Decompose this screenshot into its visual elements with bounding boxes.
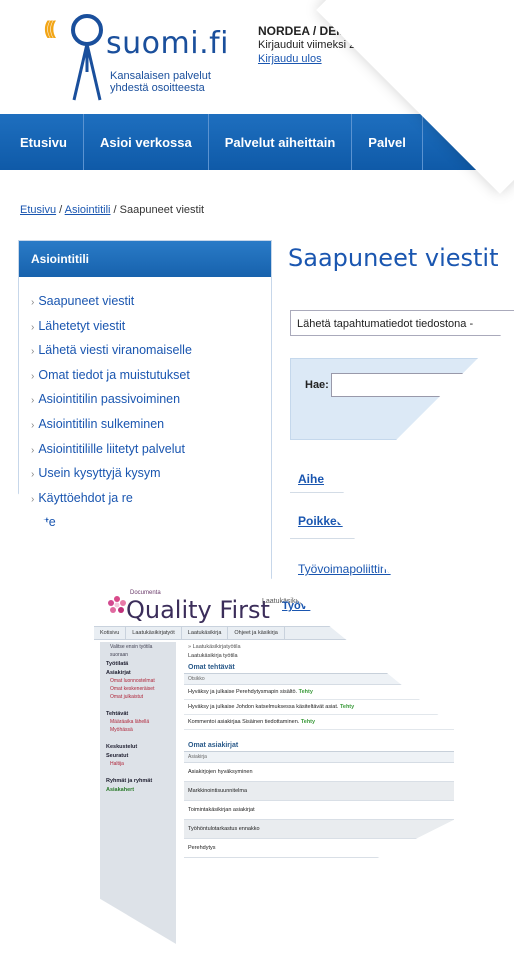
- qf-doc-row[interactable]: Perehdytys: [184, 839, 454, 858]
- qf-note: Valitse ensin työtila: [110, 644, 153, 650]
- nav-asioi-verkossa[interactable]: Asioi verkossa: [84, 114, 209, 170]
- sidebar-item-palaute[interactable]: ›ute: [31, 510, 271, 535]
- breadcrumb: Etusivu / Asiointitili / Saapuneet viest…: [20, 204, 205, 216]
- qf-docs-title: Omat asiakirjat: [184, 738, 454, 752]
- qf-item[interactable]: Haltija: [100, 759, 176, 767]
- breadcrumb-current: Saapuneet viestit: [119, 204, 205, 216]
- qf-task-row[interactable]: Kommentoi asiakirjaa Sisäinen tiedottami…: [184, 715, 454, 730]
- sidebar-item-passivoiminen[interactable]: › Asiointitilin passivoiminen: [31, 387, 271, 412]
- sidebar-item-laheta-viesti[interactable]: › Lähetä viesti viranomaiselle: [31, 338, 271, 363]
- sidebar-item-kayttoehdot[interactable]: › Käyttöehdot ja re: [31, 486, 271, 511]
- qf-item[interactable]: Määräaika lähellä: [100, 717, 176, 725]
- chevron-right-icon: ›: [31, 469, 35, 481]
- qf-sec-groups: Ryhmät ja ryhmät: [106, 778, 153, 784]
- qf-tab-home[interactable]: Kotisivu: [94, 627, 127, 639]
- person-key-icon: [71, 14, 103, 101]
- qf-sec-tasks: Tehtävät: [106, 711, 129, 717]
- qf-doc-row[interactable]: Asiakirjojen hyväksyminen: [184, 763, 454, 782]
- chevron-right-icon: ›: [31, 346, 35, 358]
- sidebar-item-sulkeminen[interactable]: › Asiointitilin sulkeminen: [31, 412, 271, 437]
- qf-doc-row[interactable]: Toimintakäsikirjan asiakirjat: [184, 801, 454, 820]
- qf-docs-col: Asiakirja: [184, 752, 454, 763]
- qf-note-2: suoraan: [110, 652, 129, 658]
- collage: ((( suomi.fi Kansalaisen palvelut yhdest…: [0, 0, 514, 968]
- flower-logo-icon: [108, 596, 126, 613]
- sidebar-menu: › Saapuneet viestit › Lähetetyt viestit › L…: [19, 277, 271, 535]
- qf-sec-discussions: Keskustelut: [106, 744, 138, 750]
- nav-etusivu[interactable]: Etusivu: [0, 114, 84, 170]
- column-header-aihe[interactable]: Aihe: [298, 472, 324, 486]
- sidebar-item-liitetyt-palvelut[interactable]: › Asiointitilille liitetyt palvelut: [31, 437, 271, 462]
- chevron-right-icon: ›: [31, 297, 35, 308]
- chevron-right-icon: ›: [31, 444, 35, 456]
- qf-sec-followed: Seuratut: [106, 753, 129, 759]
- chevron-right-icon: ›: [31, 419, 35, 431]
- qf-sec-workspace: Työtilatä: [106, 661, 129, 667]
- breadcrumb-account[interactable]: Asiointitili: [65, 204, 111, 216]
- qf-sec-documents: Asiakirjat: [106, 670, 131, 676]
- qf-item[interactable]: Omat keskeneräiset: [100, 684, 176, 692]
- qf-doc-row[interactable]: Markkinointisuunnitelma: [184, 782, 454, 801]
- logo-tagline: Kansalaisen palvelut yhdestä osoitteesta: [110, 70, 211, 94]
- qf-group-item[interactable]: Asiakahert: [100, 784, 176, 793]
- qf-item[interactable]: Myöhässä: [100, 725, 176, 733]
- qf-logo: Quality First: [126, 596, 270, 624]
- sidebar-item-faq[interactable]: › Usein kysyttyjä kysym: [31, 461, 271, 486]
- qf-item[interactable]: Omat luonnostelmat: [100, 676, 176, 684]
- qf-tab-work[interactable]: Laatukäsikirjatyöt: [126, 627, 182, 639]
- qf-task-row[interactable]: Hyväksy ja julkaise Johdon katselmuksess…: [184, 700, 454, 715]
- chevron-right-icon: ›: [31, 321, 35, 333]
- qf-item[interactable]: Omat julkaistut: [100, 692, 176, 700]
- signal-waves-icon: (((: [44, 18, 56, 38]
- qf-doc-row[interactable]: Työhöntulotarkastus ennakko: [184, 820, 454, 839]
- page-title: Saapuneet viestit: [288, 244, 499, 272]
- qf-tab-guides[interactable]: Ohjeet ja käsikirja: [228, 627, 285, 639]
- sidebar-item-saapuneet[interactable]: › Saapuneet viestit: [31, 289, 271, 314]
- logo-wordmark: suomi.fi: [106, 26, 229, 61]
- breadcrumb-home[interactable]: Etusivu: [20, 204, 56, 216]
- qf-tab-manual[interactable]: Laatukäsikirja: [182, 627, 229, 639]
- qf-sidebar: Valitse ensin työtila suoraan Työtilatä …: [100, 642, 176, 952]
- sidebar-item-lahetetyt[interactable]: › Lähetetyt viestit: [31, 314, 271, 339]
- export-select[interactable]: Lähetä tapahtumatiedot tiedostona -: [290, 310, 514, 336]
- chevron-right-icon: ›: [31, 395, 35, 407]
- nav-palvelut-more[interactable]: Palvel: [352, 114, 423, 170]
- chevron-right-icon: ›: [31, 370, 35, 382]
- search-label: Hae:: [305, 379, 329, 391]
- sidebar-title: Asiointitili: [19, 241, 271, 277]
- chevron-right-icon: ›: [31, 493, 35, 505]
- nav-palvelut-aiheittain[interactable]: Palvelut aiheittain: [209, 114, 353, 170]
- suomi-logo[interactable]: ((( suomi.fi Kansalaisen palvelut yhdest…: [44, 12, 244, 107]
- sidebar-item-omat-tiedot[interactable]: › Omat tiedot ja muistutukset: [31, 363, 271, 388]
